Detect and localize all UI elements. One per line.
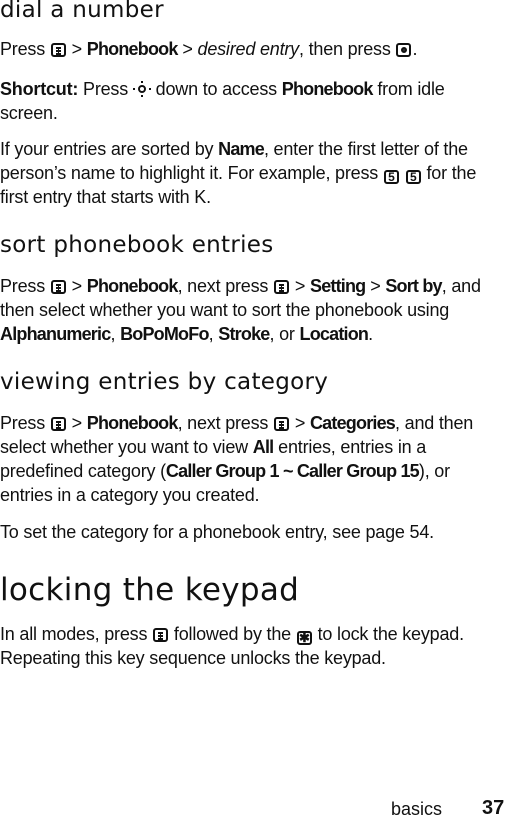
paragraph-lock-steps: In all modes, press followed by the ✱ to… [0,624,464,668]
page-number: 37 [482,797,505,819]
paragraph-sorted-by-name: If your entries are sorted by Name, ente… [0,139,477,207]
menu-key-icon [274,280,290,294]
paragraph-shortcut: Shortcut: Press down to access Phonebook… [0,79,445,123]
key-5-icon: 5 [405,170,421,184]
paragraph-dial-steps: Press > Phonebook > desired entry, then … [0,39,418,59]
heading-dial-a-number: dial a number [0,0,164,23]
menu-key-icon [153,628,169,642]
heading-locking-keypad: locking the keypad [0,572,300,608]
menu-key-icon [274,417,290,431]
paragraph-category-steps: Press > Phonebook, next press > Categori… [0,413,474,505]
menu-key-icon [50,280,66,294]
paragraph-set-category-reference: To set the category for a phonebook entr… [0,522,434,542]
menu-term-phonebook: Phonebook [86,39,179,59]
menu-key-icon [50,43,66,57]
footer-section-name: basics [391,799,443,819]
key-5-icon: 5 [383,170,399,184]
navigation-key-icon [133,81,151,97]
paragraph-sort-steps: Press > Phonebook, next press > Setting … [0,276,481,344]
menu-key-icon [50,417,66,431]
center-select-key-icon [396,43,412,57]
star-key-icon: ✱ [296,631,312,645]
heading-sort-phonebook: sort phonebook entries [0,232,274,258]
heading-viewing-by-category: viewing entries by category [0,369,329,395]
